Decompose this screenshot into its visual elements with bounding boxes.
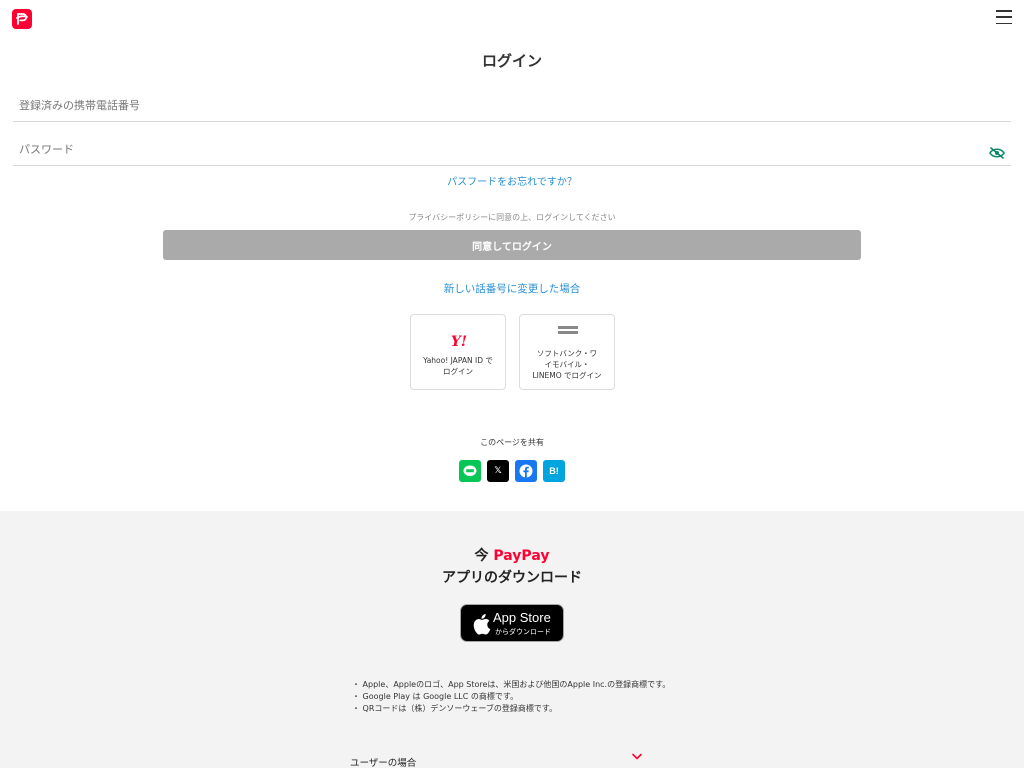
trademark-notes: Apple、Appleのロゴ、App Storeは、米国および他国のApple … [352,679,772,715]
card-line: Yahoo! JAPAN ID で [423,356,493,365]
hatena-bookmark-icon[interactable]: B! [543,460,565,482]
app-store-label: App Store [493,610,551,625]
password-input[interactable] [13,128,1011,165]
card-line: LINEMO でログイン [532,371,602,380]
page-title: ログイン [481,52,542,70]
forgot-password-row: パスフードをお忘れですか？ [0,173,1024,188]
user-section-label: ユーザーの場合 [350,758,417,768]
softbank-login-label: ソフトバンク・ワ イモバイル・ LINEMO でログイン [524,348,610,381]
app-store-sublabel: からダウンロード [495,628,551,636]
download-prefix: 今 [474,548,489,564]
download-brand: PayPay [493,548,550,564]
password-field [13,128,1011,166]
share-buttons: 𝕏 B! [459,460,565,482]
yahoo-login-label: Yahoo! JAPAN ID で ログイン [415,355,501,377]
agree-login-button[interactable]: 同意してログイン [163,230,861,260]
download-heading-line1: 今 PayPay [0,545,1024,565]
header [0,0,1024,40]
facebook-icon[interactable] [515,460,537,482]
list-item: QRコードは（株）デンソーウェーブの登録商標です。 [352,703,772,715]
card-line: ログイン [443,367,473,376]
phone-field [13,84,1011,122]
yahoo-login-button[interactable]: Y! Yahoo! JAPAN ID で ログイン [410,314,506,390]
share-title: このページを共有 [480,438,544,447]
list-item: Google Play は Google LLC の商標です。 [352,691,772,703]
footer: 今 PayPay アプリのダウンロード App Store からダウンロード A… [0,511,1024,768]
paypay-logo-icon[interactable] [12,9,32,29]
menu-line [996,22,1012,24]
changed-number-row: 新しい話番号に変更した場合 [0,281,1024,296]
line-icon[interactable] [459,460,481,482]
list-item: Apple、Appleのロゴ、App Storeは、米国および他国のApple … [352,679,772,691]
hamburger-menu-icon[interactable] [996,10,1012,24]
forgot-password-link[interactable]: パスフードをお忘れですか？ [447,177,577,188]
softbank-logo-icon [558,326,578,342]
eye-off-icon[interactable] [989,147,1005,159]
menu-line [996,10,1012,12]
apple-icon [473,614,491,635]
card-line: イモバイル・ [544,360,590,369]
download-heading-line2: アプリのダウンロード [442,570,582,586]
menu-line [996,16,1012,18]
app-store-button[interactable]: App Store からダウンロード [460,604,564,642]
user-section-toggle[interactable]: ユーザーの場合 [350,751,642,768]
softbank-login-button[interactable]: ソフトバンク・ワ イモバイル・ LINEMO でログイン [519,314,615,390]
phone-input[interactable] [13,84,1011,121]
chevron-down-icon [632,753,642,760]
x-icon[interactable]: 𝕏 [487,460,509,482]
privacy-agree-note: プライバシーポリシーに同意の上、ログインしてください [408,213,616,222]
changed-number-link[interactable]: 新しい話番号に変更した場合 [444,283,581,295]
yahoo-logo-icon: Y! [450,334,468,350]
card-line: ソフトバンク・ワ [536,349,598,358]
